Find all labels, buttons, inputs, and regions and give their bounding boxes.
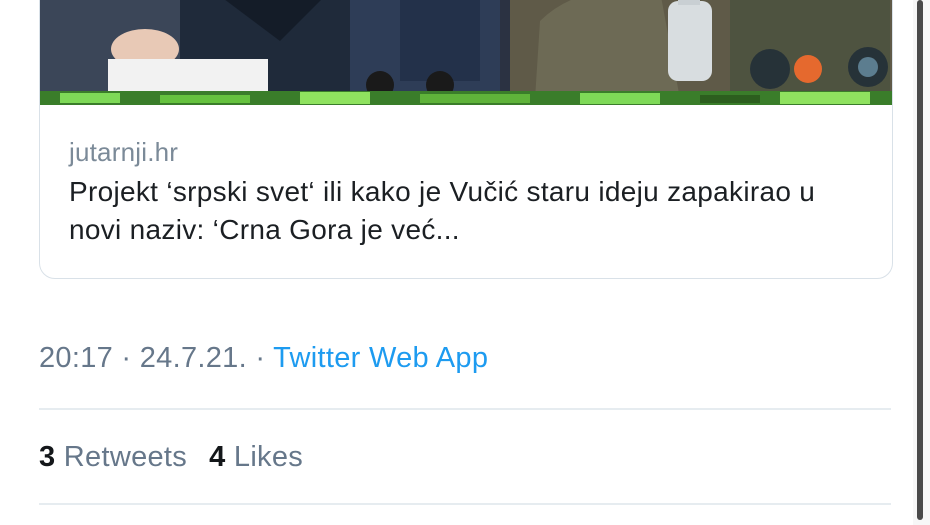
link-preview-card[interactable]: jutarnji.hr Projekt ‘srpski svet‘ ili ka… — [39, 0, 893, 279]
meta-separator: · — [246, 342, 274, 374]
likes-count: 4 — [209, 441, 226, 473]
divider — [39, 408, 891, 410]
scrollbar[interactable] — [913, 0, 930, 525]
retweets-count: 3 — [39, 441, 56, 473]
scrollbar-thumb[interactable] — [917, 0, 923, 520]
tweet-meta: 20:17 · 24.7.21. · Twitter Web App — [39, 338, 488, 378]
tweet-date[interactable]: 24.7.21. — [140, 342, 247, 374]
article-domain: jutarnji.hr — [69, 137, 179, 167]
tweet-stats: 3 Retweets 4 Likes — [39, 437, 303, 477]
tweet-detail: jutarnji.hr Projekt ‘srpski svet‘ ili ka… — [0, 0, 930, 525]
tweet-time[interactable]: 20:17 — [39, 342, 113, 374]
meta-separator: · — [113, 342, 140, 374]
likes-label: Likes — [233, 441, 304, 473]
article-title[interactable]: Projekt ‘srpski svet‘ ili kako je Vučić … — [69, 173, 872, 249]
divider — [39, 503, 891, 505]
retweets-stat[interactable]: 3 Retweets — [39, 441, 187, 473]
link-preview-text: jutarnji.hr Projekt ‘srpski svet‘ ili ka… — [69, 135, 872, 249]
article-thumbnail-image[interactable] — [40, 0, 892, 112]
retweets-label: Retweets — [63, 441, 188, 473]
tweet-source-link[interactable]: Twitter Web App — [273, 342, 488, 374]
likes-stat[interactable]: 4 Likes — [209, 441, 303, 473]
